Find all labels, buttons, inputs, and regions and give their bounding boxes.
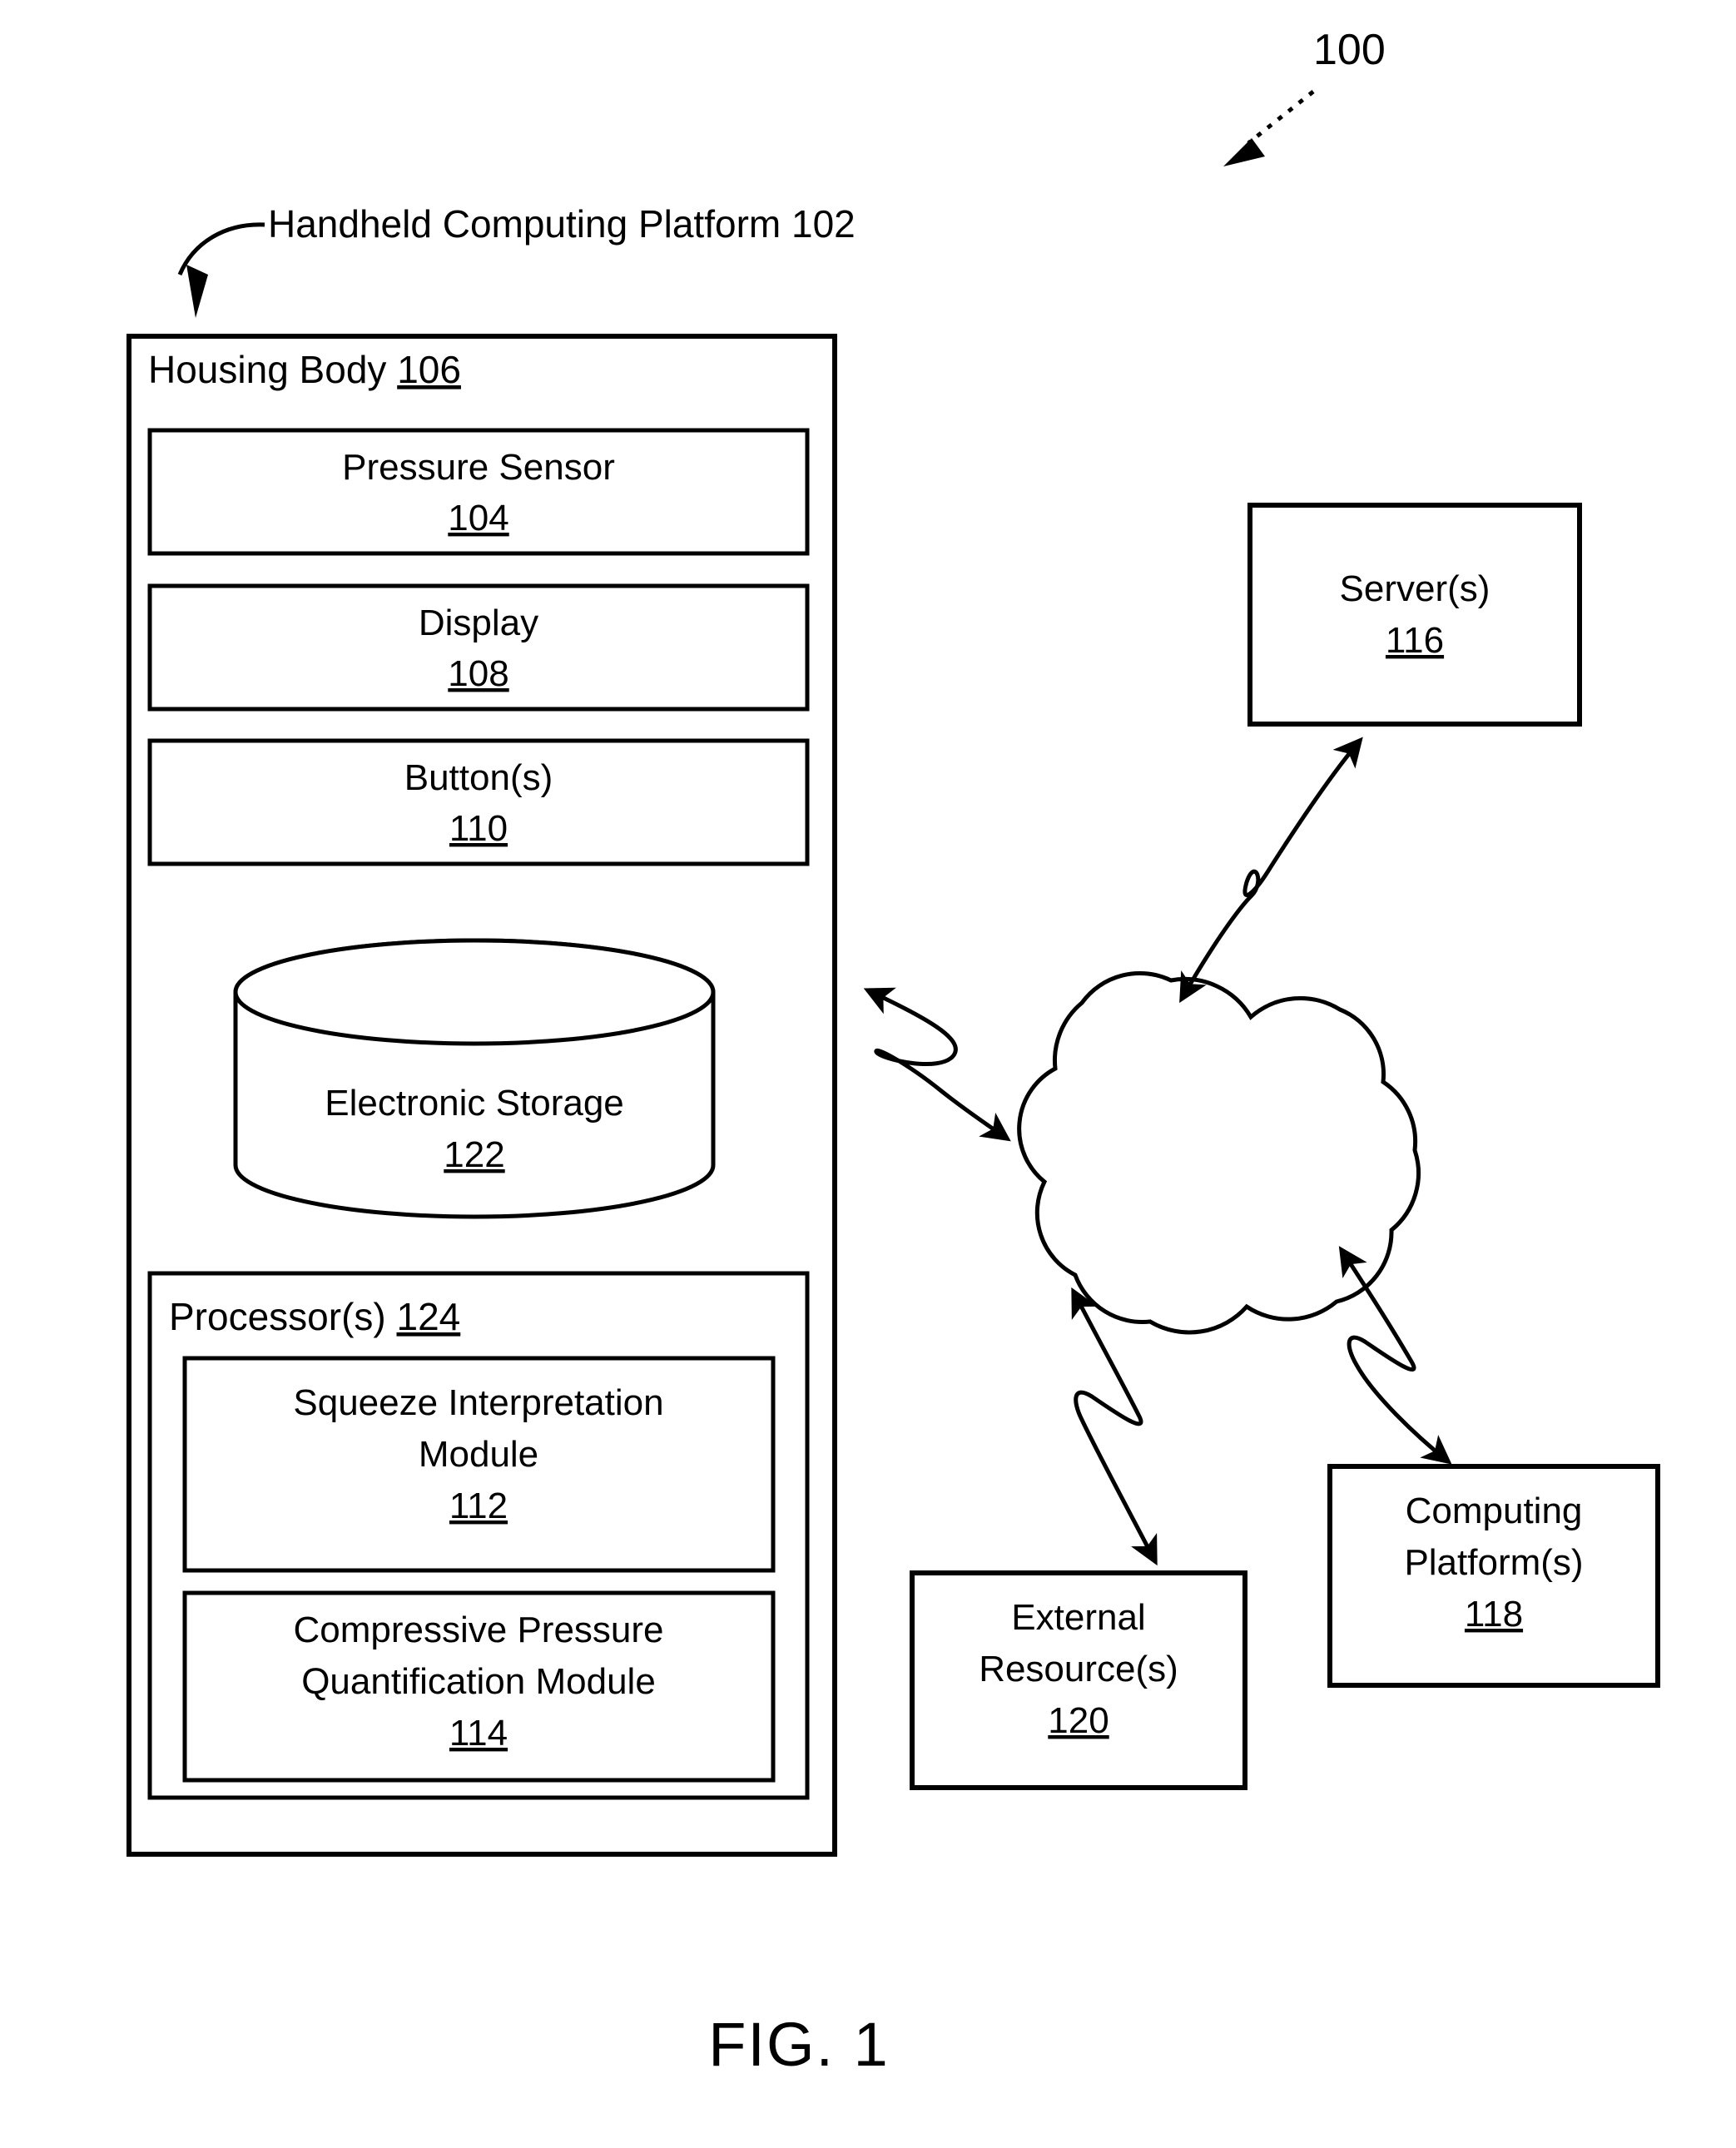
housing-body-title: Housing Body <box>148 348 386 391</box>
compressive-module-ref: 114 <box>449 1713 508 1754</box>
system-reference-arrowhead <box>1223 138 1265 166</box>
module-squeeze-interpretation: Squeeze Interpretation Module 112 <box>182 1356 776 1573</box>
handheld-platform-arrowhead <box>186 265 208 318</box>
housing-body-ref: 106 <box>397 348 461 391</box>
figure-caption: FIG. 1 <box>708 2010 890 2079</box>
pressure-sensor-ref: 104 <box>448 498 508 538</box>
node-servers: Server(s) 116 <box>1247 503 1582 727</box>
servers-label: Server(s) <box>1340 568 1490 609</box>
processors-box: Processor(s) 124 Squeeze Interpretation … <box>147 1271 810 1800</box>
node-computing-platforms: Computing Platform(s) 118 <box>1327 1464 1660 1688</box>
servers-ref: 116 <box>1386 620 1444 661</box>
compressive-module-line1: Compressive Pressure <box>293 1610 663 1650</box>
display-label: Display <box>419 603 538 643</box>
display-ref: 108 <box>448 653 508 694</box>
external-resources-ref: 120 <box>1048 1700 1109 1741</box>
patent-figure-svg: 100 Handheld Computing Platform 102 Hous… <box>126 26 1660 2079</box>
system-reference-callout: 100 <box>1223 26 1386 166</box>
electronic-storage-ref: 122 <box>444 1134 504 1175</box>
squeeze-module-line1: Squeeze Interpretation <box>293 1382 663 1423</box>
system-reference-label: 100 <box>1313 26 1386 74</box>
squeeze-module-ref: 112 <box>449 1486 508 1526</box>
buttons-ref: 110 <box>449 808 508 849</box>
housing-body-title-group: Housing Body 106 <box>148 348 461 391</box>
node-external-resources: External Resource(s) 120 <box>910 1570 1247 1790</box>
handheld-platform-callout: Handheld Computing Platform 102 <box>177 202 856 318</box>
electronic-storage-label: Electronic Storage <box>325 1083 624 1124</box>
pressure-sensor-label: Pressure Sensor <box>342 447 615 488</box>
electronic-storage-cylinder: Electronic Storage 122 <box>233 938 716 1219</box>
squeeze-module-line2: Module <box>419 1434 538 1475</box>
computing-platforms-ref: 118 <box>1465 1594 1523 1635</box>
compressive-module-line2: Quantification Module <box>301 1661 656 1702</box>
processors-title-group: Processor(s) 124 <box>169 1295 460 1338</box>
external-resources-line1: External <box>1011 1597 1145 1638</box>
connector-cloud-to-external-resources <box>1071 1287 1158 1566</box>
handheld-platform-label: Handheld Computing Platform 102 <box>268 202 856 246</box>
computing-platforms-line1: Computing <box>1406 1491 1583 1531</box>
processors-ref: 124 <box>397 1295 461 1338</box>
component-display: Display 108 <box>147 583 810 712</box>
component-pressure-sensor: Pressure Sensor 104 <box>147 428 810 556</box>
component-buttons: Button(s) 110 <box>147 738 810 866</box>
figure-page: 100 Handheld Computing Platform 102 Hous… <box>0 0 1736 2148</box>
computing-platforms-line2: Platform(s) <box>1404 1542 1583 1583</box>
external-resources-line2: Resource(s) <box>979 1649 1178 1689</box>
connector-cloud-to-servers <box>1179 737 1363 1004</box>
module-compressive-pressure-quantification: Compressive Pressure Quantification Modu… <box>182 1590 776 1783</box>
processors-title: Processor(s) <box>169 1295 386 1338</box>
connector-housing-to-cloud <box>863 987 1011 1142</box>
buttons-label: Button(s) <box>404 757 553 798</box>
